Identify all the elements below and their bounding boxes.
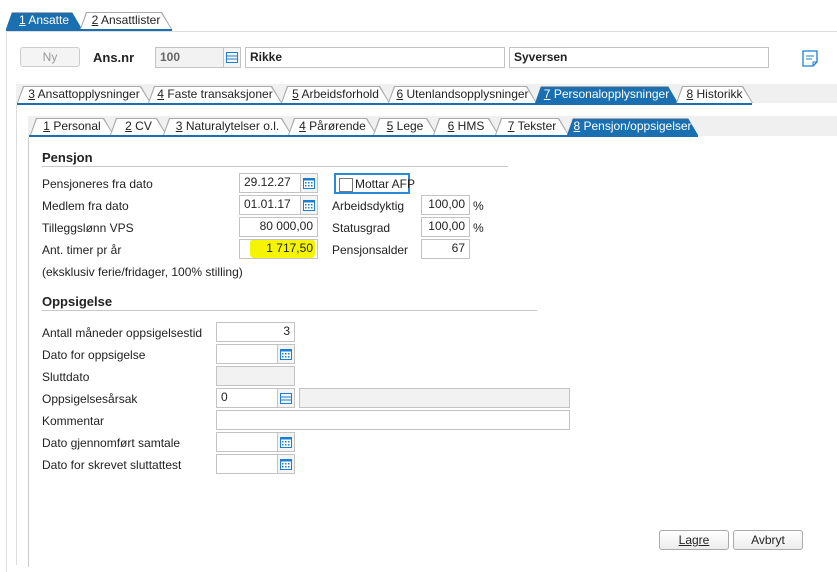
- pensjoneres-input[interactable]: 29.12.27: [239, 173, 301, 193]
- tab-ansattlister[interactable]: 2 Ansattlister: [80, 12, 172, 29]
- sluttdato-label: Sluttdato: [42, 370, 90, 384]
- tillegg-input[interactable]: 80 000,00: [239, 217, 318, 237]
- main-panel-border: [6, 31, 837, 572]
- samtale-label: Dato gjennomført samtale: [42, 436, 181, 450]
- tab-naturalytelser-o-l-[interactable]: 3 Naturalytelser o.l.: [163, 118, 292, 135]
- tab-ansatte[interactable]: 1 Ansatte: [6, 12, 82, 29]
- aarsak-list-button[interactable]: [277, 388, 295, 408]
- sluttattest-calendar-button[interactable]: [277, 454, 295, 474]
- pensjon-note: (eksklusiv ferie/fridager, 100% stilling…: [42, 265, 243, 279]
- sluttattest-label: Dato for skrevet sluttattest: [42, 458, 182, 472]
- tab-personalopplysninger[interactable]: 7 Personalopplysninger: [535, 86, 678, 103]
- ansnr-input[interactable]: 100: [155, 47, 225, 68]
- pensjoneres-label: Pensjoneres fra dato: [42, 177, 153, 191]
- tab-pårørende[interactable]: 4 Pårørende: [288, 118, 377, 135]
- sluttdato-input: [216, 366, 295, 386]
- pensjon-heading: Pensjon: [42, 150, 93, 165]
- new-button[interactable]: Ny: [20, 47, 80, 67]
- calendar-icon: [303, 178, 315, 189]
- pensjon-divider: [42, 166, 508, 167]
- tab-faste-transaksjoner[interactable]: 4 Faste transaksjoner: [148, 86, 282, 103]
- last-name-input[interactable]: Syversen: [509, 47, 769, 68]
- aarsak-label: Oppsigelsesårsak: [42, 392, 138, 406]
- afp-label: Mottar AFP: [355, 177, 416, 191]
- tillegg-label: Tilleggslønn VPS: [42, 221, 134, 235]
- statusgrad-input[interactable]: 100,00: [421, 217, 470, 237]
- kommentar-input[interactable]: [216, 410, 570, 430]
- oppsigelse-divider: [42, 310, 537, 311]
- medlem-input[interactable]: 01.01.17: [239, 195, 301, 215]
- ansnr-list-button[interactable]: [223, 47, 241, 68]
- calendar-icon: [280, 437, 292, 448]
- medlem-calendar-button[interactable]: [300, 195, 318, 215]
- tab-personal[interactable]: 1 Personal: [30, 118, 114, 135]
- tab-utenlandsopplysninger[interactable]: 6 Utenlandsopplysninger: [388, 86, 537, 103]
- maaneder-label: Antall måneder oppsigelsestid: [42, 326, 203, 340]
- samtale-input[interactable]: [216, 432, 278, 452]
- save-button[interactable]: Lagre: [659, 530, 729, 550]
- first-name-input[interactable]: Rikke: [245, 47, 505, 68]
- arbeidsdyktig-input[interactable]: 100,00: [421, 195, 470, 215]
- dato-oppsigelse-calendar-button[interactable]: [277, 344, 295, 364]
- sub-panel-border: [16, 105, 17, 565]
- maaneder-input[interactable]: 3: [216, 322, 295, 342]
- sluttattest-input[interactable]: [216, 454, 278, 474]
- tab-pensjon-oppsigelser[interactable]: 8 Pensjon/oppsigelser: [567, 118, 698, 135]
- statusgrad-percent: %: [473, 221, 484, 235]
- tab-cv[interactable]: 2 CV: [110, 118, 167, 135]
- afp-checkbox[interactable]: [339, 178, 353, 192]
- tab-arbeidsforhold[interactable]: 5 Arbeidsforhold: [281, 86, 390, 103]
- content-panel-border: [28, 137, 29, 567]
- timer-value-highlighted: 1 717,50: [250, 240, 315, 258]
- samtale-calendar-button[interactable]: [277, 432, 295, 452]
- oppsigelse-heading: Oppsigelse: [42, 294, 113, 309]
- pensjonsalder-label: Pensjonsalder: [332, 243, 409, 257]
- pensjonsalder-input[interactable]: 67: [421, 239, 470, 259]
- calendar-icon: [280, 459, 292, 470]
- medlem-label: Medlem fra dato: [42, 199, 129, 213]
- dato-oppsigelse-input[interactable]: [216, 344, 278, 364]
- main-tabs-underline: [17, 103, 752, 105]
- list-icon: [280, 392, 292, 404]
- aarsak-description: [299, 388, 570, 408]
- dato-oppsigelse-label: Dato for oppsigelse: [42, 348, 146, 362]
- timer-label: Ant. timer pr år: [42, 243, 122, 257]
- afp-checkbox-container[interactable]: Mottar AFP: [334, 173, 415, 194]
- calendar-icon: [280, 349, 292, 360]
- note-icon[interactable]: [802, 50, 818, 67]
- aarsak-input[interactable]: 0: [216, 388, 278, 408]
- ansnr-label: Ans.nr: [93, 50, 135, 65]
- kommentar-label: Kommentar: [42, 414, 105, 428]
- statusgrad-label: Statusgrad: [332, 221, 391, 235]
- tab-hms[interactable]: 6 HMS: [433, 118, 499, 135]
- cancel-button[interactable]: Avbryt: [733, 530, 803, 550]
- timer-input[interactable]: 1 717,50: [239, 239, 318, 259]
- tab-historikk[interactable]: 8 Historikk: [676, 86, 753, 103]
- tab-lege[interactable]: 5 Lege: [373, 118, 437, 135]
- arbeidsdyktig-label: Arbeidsdyktig: [332, 199, 405, 213]
- tab-tekster[interactable]: 7 Tekster: [495, 118, 569, 135]
- calendar-icon: [303, 200, 315, 211]
- tab-ansattopplysninger[interactable]: 3 Ansattopplysninger: [17, 86, 151, 103]
- sub-tabs-underline: [29, 135, 698, 137]
- arbeidsdyktig-percent: %: [473, 199, 484, 213]
- pensjoneres-calendar-button[interactable]: [300, 173, 318, 193]
- list-icon: [226, 52, 238, 63]
